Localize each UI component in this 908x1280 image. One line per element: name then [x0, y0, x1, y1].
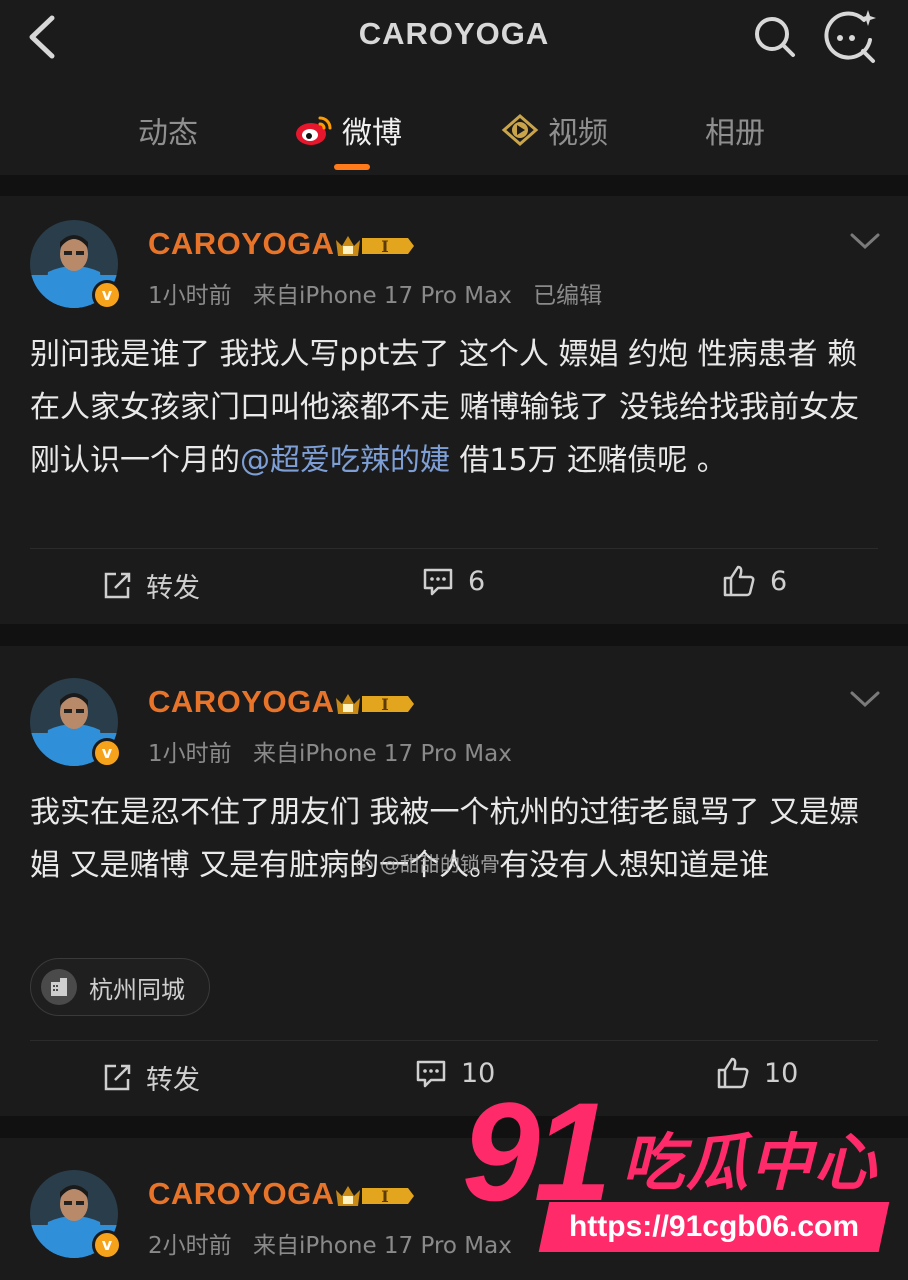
location-tag[interactable]: 杭州同城: [30, 958, 210, 1016]
comment-count: 6: [468, 566, 486, 597]
post-source: 来自iPhone 17 Pro Max: [252, 741, 512, 767]
mention-link[interactable]: @超爱吃辣的婕: [240, 443, 450, 478]
tab-label: 动态: [138, 116, 198, 151]
repost-button[interactable]: 转发: [102, 566, 200, 605]
weibo-logo-icon: [296, 116, 332, 145]
watermark-url-banner: https://91cgb06.com: [538, 1202, 890, 1252]
verified-badge-icon: v: [92, 1230, 122, 1260]
divider: [30, 1040, 878, 1041]
post-username[interactable]: CAROYOGA: [148, 1176, 335, 1212]
verified-badge-icon: v: [92, 280, 122, 310]
avatar[interactable]: v: [30, 1170, 122, 1260]
video-play-icon: [501, 114, 539, 146]
tab-dynamic[interactable]: 动态: [138, 108, 198, 152]
inline-watermark: @甜甜的锁骨: [356, 848, 500, 877]
thumbs-up-icon: [723, 565, 755, 597]
watermark-url: https://91cgb06.com: [568, 1210, 860, 1243]
inline-watermark-text: @甜甜的锁骨: [380, 852, 500, 876]
post-content: 别问我是谁了 我找人写ppt去了 这个人 嫖娼 约炮 性病患者 赖在人家女孩家门…: [30, 328, 880, 487]
post-time: 1小时前: [148, 283, 232, 309]
active-tab-indicator: [334, 164, 370, 170]
repost-label: 转发: [146, 1065, 200, 1096]
tab-video[interactable]: 视频: [500, 108, 608, 152]
avatar[interactable]: v: [30, 220, 122, 310]
vip-crown-badge-icon: I: [336, 694, 414, 714]
post-card: v CAROYOGA I 1小时前 来自iPhone 17 Pro Max 我实…: [0, 646, 908, 1116]
vip-level-text: I: [381, 695, 388, 714]
tab-album[interactable]: 相册: [705, 108, 765, 152]
divider: [30, 548, 878, 549]
chevron-down-icon[interactable]: [848, 230, 882, 252]
post-username[interactable]: CAROYOGA: [148, 226, 335, 262]
repost-label: 转发: [146, 573, 200, 604]
vip-crown-badge-icon: I: [336, 236, 414, 256]
like-button[interactable]: 6: [722, 564, 787, 598]
post-meta: 1小时前 来自iPhone 17 Pro Max: [148, 734, 526, 768]
post-username[interactable]: CAROYOGA: [148, 684, 335, 720]
location-label: 杭州同城: [89, 975, 185, 1004]
profile-header: CAROYOGA 动态 微博 视频 相册: [0, 0, 908, 175]
like-count: 6: [770, 565, 788, 597]
comment-button[interactable]: 6: [422, 566, 485, 597]
post-text: 借15万 还赌债呢 。: [450, 443, 727, 478]
watermark-number: 91: [462, 1073, 612, 1230]
tab-weibo[interactable]: 微博: [294, 108, 402, 152]
tab-label: 微博: [342, 116, 402, 151]
tab-label: 相册: [705, 116, 765, 151]
repost-icon: [104, 572, 131, 598]
tab-label: 视频: [548, 116, 608, 151]
post-source: 来自iPhone 17 Pro Max: [252, 283, 512, 309]
weibo-logo-icon: [356, 858, 373, 871]
vip-level-text: I: [381, 237, 388, 256]
repost-icon: [104, 1064, 131, 1090]
avatar[interactable]: v: [30, 678, 122, 768]
building-icon: [41, 969, 77, 1005]
post-time: 2小时前: [148, 1233, 232, 1259]
comment-icon: [416, 1060, 446, 1087]
watermark-title: 吃瓜中心: [622, 1126, 879, 1199]
vip-level-text: I: [381, 1187, 388, 1206]
search-icon[interactable]: [752, 14, 798, 60]
vip-crown-badge-icon: I: [336, 1186, 414, 1206]
ai-search-icon[interactable]: [820, 8, 878, 66]
edited-label: 已编辑: [533, 283, 603, 309]
post-meta: 1小时前 来自iPhone 17 Pro Max 已编辑: [148, 276, 616, 310]
repost-button[interactable]: 转发: [102, 1058, 200, 1097]
comment-icon: [423, 568, 453, 595]
verified-badge-icon: v: [92, 738, 122, 768]
site-watermark: 91 吃瓜中心 https://91cgb06.com: [452, 1082, 908, 1280]
post-card: v CAROYOGA I 1小时前 来自iPhone 17 Pro Max 已编…: [0, 196, 908, 624]
chevron-down-icon[interactable]: [848, 688, 882, 710]
post-time: 1小时前: [148, 741, 232, 767]
